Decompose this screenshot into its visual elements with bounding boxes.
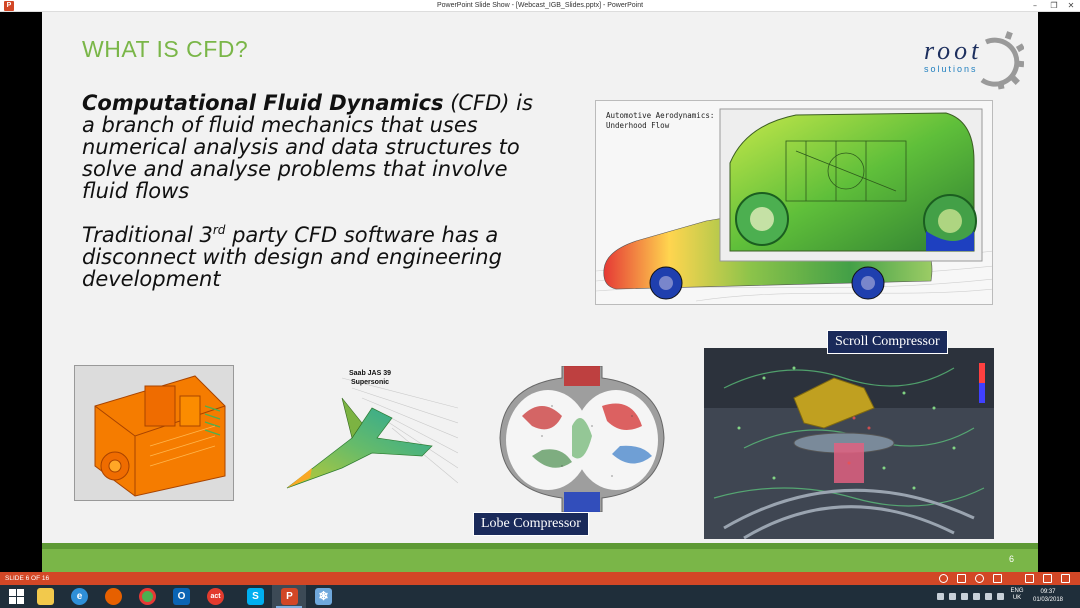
automotive-aerodynamics-image: Automotive Aerodynamics: Underhood Flow bbox=[595, 100, 993, 305]
letterbox-right bbox=[1038, 12, 1080, 572]
saab-jet-image: Saab JAS 39 Supersonic bbox=[282, 368, 458, 494]
chrome-taskbar-button[interactable] bbox=[130, 585, 164, 608]
language-code: ENG bbox=[1010, 588, 1024, 594]
cfd-term: Computational Fluid Dynamics bbox=[82, 91, 444, 115]
skype-icon: S bbox=[247, 588, 264, 605]
restore-button[interactable]: ❐ bbox=[1047, 0, 1061, 12]
slide-sorter-icon[interactable] bbox=[1043, 574, 1052, 583]
scroll-compressor-label: Scroll Compressor bbox=[827, 330, 948, 354]
slide-counter: SLIDE 6 OF 16 bbox=[5, 575, 50, 582]
reading-view-icon[interactable] bbox=[1061, 574, 1070, 583]
tray-action-icon[interactable] bbox=[997, 593, 1004, 600]
normal-view-icon[interactable] bbox=[1025, 574, 1034, 583]
auto-caption: Automotive Aerodynamics: Underhood Flow bbox=[606, 111, 714, 131]
options-icon[interactable] bbox=[975, 574, 984, 583]
slide-title: WHAT IS CFD? bbox=[82, 36, 249, 62]
file-explorer-taskbar-button[interactable] bbox=[28, 585, 62, 608]
letterbox-left bbox=[0, 12, 42, 572]
act-icon: act bbox=[207, 588, 224, 605]
powerpoint-icon: P bbox=[281, 588, 298, 605]
auto-caption-line1: Automotive Aerodynamics: bbox=[606, 111, 715, 120]
notes-icon[interactable] bbox=[957, 574, 966, 583]
firefox-icon bbox=[105, 588, 122, 605]
paragraph-disconnect: Traditional 3rd party CFD software has a… bbox=[82, 224, 542, 290]
scroll-compressor-image bbox=[704, 348, 994, 539]
tray-up-arrow-icon[interactable] bbox=[937, 593, 944, 600]
clock-date: 01/03/2018 bbox=[1032, 597, 1064, 603]
firefox-taskbar-button[interactable] bbox=[96, 585, 130, 608]
internet-explorer-icon: e bbox=[71, 588, 88, 605]
powerpoint-taskbar-button[interactable]: P bbox=[272, 585, 306, 608]
jet-caption: Saab JAS 39 Supersonic bbox=[340, 369, 400, 387]
minimize-button[interactable]: – bbox=[1028, 0, 1042, 12]
taskbar-clock[interactable]: 09:37 01/03/2018 bbox=[1028, 588, 1068, 604]
slideshow-status-bar: SLIDE 6 OF 16 bbox=[0, 572, 1080, 585]
tray-battery-icon[interactable] bbox=[961, 593, 968, 600]
lobe-compressor-image bbox=[492, 366, 672, 512]
language-indicator[interactable]: ENG UK bbox=[1008, 588, 1026, 602]
paragraph2-part-a: Traditional 3 bbox=[82, 223, 213, 247]
lobe-cfd-graphic bbox=[499, 366, 665, 512]
windows-logo-icon bbox=[9, 589, 24, 604]
jet-caption-line2: Supersonic bbox=[350, 379, 390, 386]
clock-time: 09:37 bbox=[1040, 589, 1056, 595]
outlook-icon: O bbox=[173, 588, 190, 605]
snowflake-app-taskbar-button[interactable]: ❄ bbox=[306, 585, 340, 608]
paragraph-cfd-definition: Computational Fluid Dynamics (CFD) is a … bbox=[82, 92, 542, 202]
lobe-compressor-label: Lobe Compressor bbox=[473, 512, 589, 536]
window-title: PowerPoint Slide Show - [Webcast_IGB_Sli… bbox=[436, 2, 644, 9]
presenter-view-icon[interactable] bbox=[939, 574, 948, 583]
logo-word: root bbox=[924, 36, 983, 65]
tray-wifi-icon[interactable] bbox=[985, 593, 992, 600]
jet-caption-line1: Saab JAS 39 bbox=[348, 370, 392, 377]
snowflake-icon: ❄ bbox=[315, 588, 332, 605]
window-title-bar: P PowerPoint Slide Show - [Webcast_IGB_S… bbox=[0, 0, 1080, 12]
slide-footer-band bbox=[42, 543, 1038, 572]
auto-caption-line2: Underhood Flow bbox=[606, 121, 670, 130]
system-tray: ENG UK 09:37 01/03/2018 bbox=[912, 585, 1072, 608]
windows-taskbar: e O act S P ❄ ENG UK 09:37 01/03/2018 bbox=[0, 585, 1080, 608]
enclosure-graphic bbox=[94, 375, 226, 497]
tray-network-icon[interactable] bbox=[949, 593, 956, 600]
paragraph2-superscript: rd bbox=[212, 223, 226, 237]
skype-taskbar-button[interactable]: S bbox=[238, 585, 272, 608]
tray-volume-icon[interactable] bbox=[973, 593, 980, 600]
keyboard-region: UK bbox=[1012, 595, 1022, 601]
pen-icon[interactable] bbox=[993, 574, 1002, 583]
root-solutions-logo: root solutions bbox=[922, 28, 1024, 92]
act-taskbar-button[interactable]: act bbox=[198, 585, 232, 608]
scroll-cfd-graphic bbox=[704, 348, 994, 539]
slide-canvas[interactable]: WHAT IS CFD? root solutions Computationa… bbox=[42, 12, 1038, 572]
outlook-taskbar-button[interactable]: O bbox=[164, 585, 198, 608]
close-button[interactable]: ✕ bbox=[1064, 0, 1078, 12]
internet-explorer-taskbar-button[interactable]: e bbox=[62, 585, 96, 608]
slide-body-text: Computational Fluid Dynamics (CFD) is a … bbox=[82, 92, 542, 312]
footer-stripe bbox=[42, 543, 1038, 549]
slide-number: 6 bbox=[1008, 554, 1014, 564]
electronics-enclosure-image bbox=[74, 365, 234, 501]
car-cfd-graphic bbox=[596, 108, 992, 302]
chrome-icon bbox=[139, 588, 156, 605]
folder-icon bbox=[37, 588, 54, 605]
logo-subtitle: solutions bbox=[924, 64, 978, 74]
